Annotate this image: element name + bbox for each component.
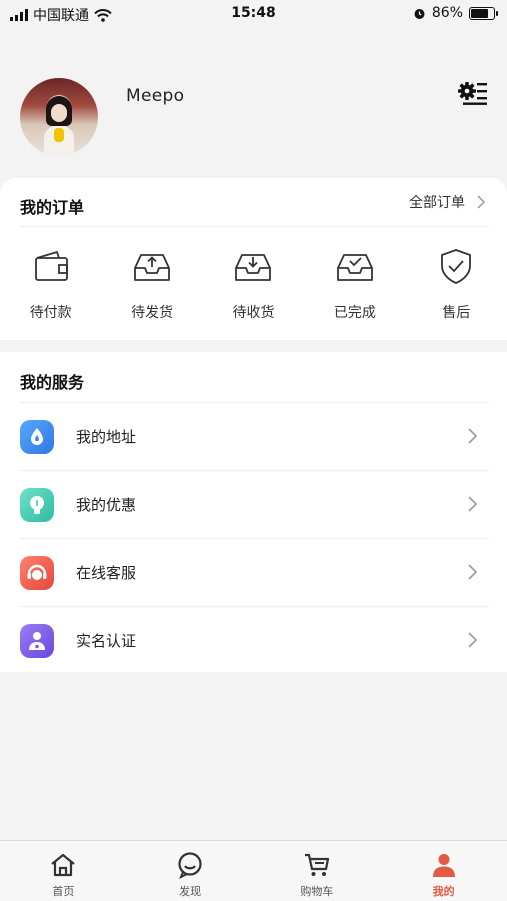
- order-item-label: 待付款: [29, 305, 72, 321]
- service-item-address[interactable]: 我的地址: [0, 403, 507, 470]
- tab-home[interactable]: 首页: [0, 841, 127, 901]
- all-orders-label: 全部订单: [409, 195, 465, 211]
- all-orders-link[interactable]: 全部订单: [409, 192, 485, 212]
- wallet-icon: [34, 251, 68, 281]
- order-item-label: 待发货: [131, 305, 174, 321]
- box-upload-icon: [134, 254, 170, 281]
- orders-title: 我的订单: [20, 198, 85, 217]
- tab-label: 我的: [432, 885, 455, 898]
- divider: [20, 226, 489, 227]
- chevron-right-icon: [468, 496, 477, 512]
- service-label: 我的优惠: [76, 496, 137, 514]
- chat-bubble-icon: [178, 852, 202, 879]
- order-item-pending-shipment[interactable]: 待发货: [101, 246, 202, 322]
- order-item-pending-payment[interactable]: 待付款: [0, 246, 101, 322]
- cart-icon: [304, 853, 329, 876]
- chevron-right-icon: [477, 195, 485, 209]
- box-download-icon: [235, 254, 272, 281]
- battery-percent: 86%: [431, 5, 463, 21]
- customer-service-icon: [20, 556, 54, 590]
- service-item-identity-verification[interactable]: 实名认证: [0, 607, 507, 674]
- location-drop-icon: [20, 420, 54, 454]
- orders-card: 我的订单 全部订单 待付款 待发货 待收货 已完成 售后: [0, 178, 507, 340]
- alarm-icon: [414, 8, 425, 19]
- user-verify-icon: [20, 624, 54, 658]
- services-card: 我的服务 我的地址 我的优惠 在线客服 实名认证: [0, 352, 507, 672]
- status-bar: 中国联通 15:48 86%: [0, 0, 507, 28]
- username: Meepo: [126, 86, 185, 106]
- avatar[interactable]: [20, 78, 98, 156]
- service-item-coupons[interactable]: 我的优惠: [0, 471, 507, 538]
- service-label: 我的地址: [76, 428, 137, 446]
- service-label: 在线客服: [76, 564, 137, 582]
- tab-mine[interactable]: 我的: [380, 841, 507, 901]
- service-label: 实名认证: [76, 632, 137, 650]
- order-item-label: 已完成: [333, 305, 376, 321]
- tab-discover[interactable]: 发现: [127, 841, 254, 901]
- status-right: 86%: [413, 5, 498, 21]
- order-item-pending-receipt[interactable]: 待收货: [203, 246, 304, 322]
- chevron-right-icon: [468, 428, 477, 444]
- order-item-completed[interactable]: 已完成: [304, 246, 405, 322]
- battery-icon: [469, 6, 498, 20]
- chevron-right-icon: [468, 632, 477, 648]
- profile-header: Meepo: [0, 28, 507, 178]
- box-check-icon: [336, 254, 373, 281]
- settings-icon[interactable]: [458, 80, 488, 106]
- tab-label: 首页: [52, 885, 75, 898]
- order-item-label: 售后: [442, 305, 471, 321]
- services-title: 我的服务: [20, 373, 85, 392]
- user-icon: [432, 854, 455, 877]
- order-item-label: 待收货: [232, 305, 275, 321]
- home-icon: [51, 853, 76, 877]
- service-item-customer-service[interactable]: 在线客服: [0, 539, 507, 606]
- order-status-row: 待付款 待发货 待收货 已完成 售后: [0, 246, 507, 322]
- lightbulb-icon: [20, 488, 54, 522]
- bottom-tab-bar: 首页 发现 购物车 我的: [0, 840, 507, 901]
- tab-label: 购物车: [300, 885, 334, 898]
- order-item-after-sales[interactable]: 售后: [406, 246, 507, 322]
- shield-check-icon: [441, 249, 472, 284]
- chevron-right-icon: [468, 564, 477, 580]
- tab-label: 发现: [179, 885, 202, 898]
- tab-cart[interactable]: 购物车: [254, 841, 381, 901]
